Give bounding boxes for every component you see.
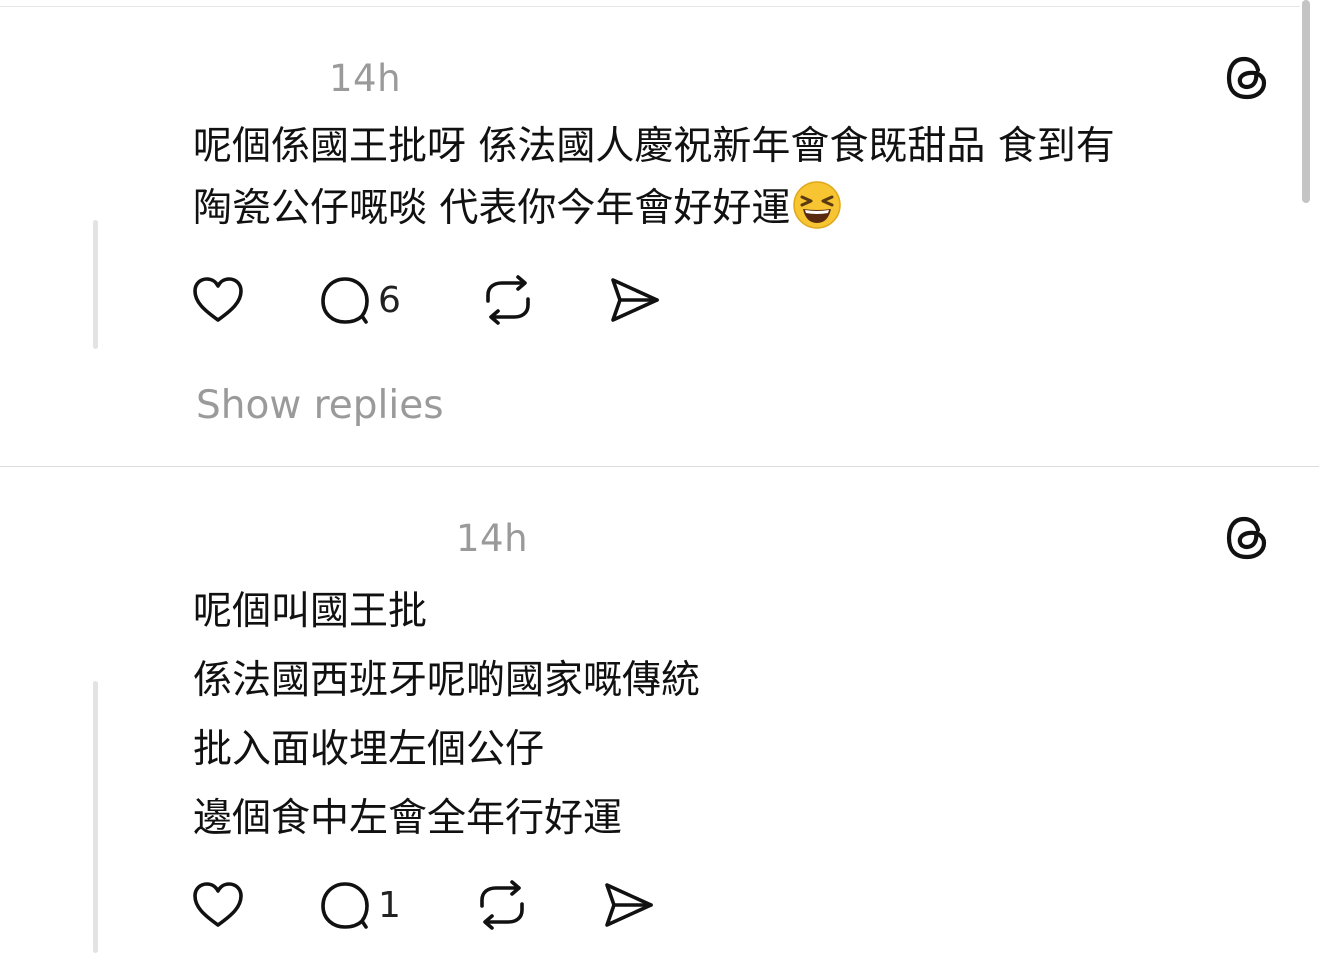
like-button[interactable] (190, 877, 246, 933)
grinning-squinting-face-icon (793, 181, 842, 229)
post-text-line: 呢個係國王批呀 係法國人慶祝新年會食既甜品 食到有 (193, 124, 1115, 169)
post-body: 呢個叫國王批 係法國西班牙呢啲國家嘅傳統 批入面收埋左個公仔 邊個食中左會全年行… (193, 577, 700, 853)
post-text-line: 呢個叫國王批 (193, 589, 428, 634)
threads-logo-icon[interactable] (1223, 513, 1273, 563)
send-icon (605, 883, 653, 927)
share-button[interactable] (600, 877, 656, 933)
threads-reply-list: 14h 呢個係國王批呀 係法國人慶祝新年會食既甜品 食到有 陶瓷公仔嘅啖 代表你… (0, 0, 1319, 971)
reply-post: 14h 呢個叫國王批 係法國西班牙呢啲國家嘅傳統 批入面收埋左個公仔 邊個食中左… (0, 467, 1300, 971)
send-icon (611, 278, 659, 322)
repost-icon (486, 275, 530, 325)
heart-icon (193, 277, 243, 322)
reply-count: 1 (378, 884, 401, 926)
show-replies-link[interactable]: Show replies (196, 383, 444, 428)
heart-icon (193, 882, 243, 927)
reply-post: 14h 呢個係國王批呀 係法國人慶祝新年會食既甜品 食到有 陶瓷公仔嘅啖 代表你… (0, 0, 1300, 466)
reply-button[interactable]: 6 (318, 272, 401, 328)
post-timestamp: 14h (456, 517, 529, 560)
post-text-line: 邊個食中左會全年行好運 (193, 796, 623, 841)
thread-connector-line (93, 681, 98, 953)
repost-icon (480, 880, 524, 930)
post-text-line-with-emoji: 陶瓷公仔嘅啖 代表你今年會好好運 (193, 178, 1263, 240)
scrollbar[interactable] (1302, 0, 1310, 203)
post-body: 呢個係國王批呀 係法國人慶祝新年會食既甜品 食到有 陶瓷公仔嘅啖 代表你今年會好… (193, 116, 1263, 240)
threads-logo-icon[interactable] (1223, 53, 1273, 103)
repost-button[interactable] (474, 877, 530, 933)
repost-button[interactable] (480, 272, 536, 328)
post-text-line: 批入面收埋左個公仔 (193, 727, 545, 772)
share-button[interactable] (606, 272, 662, 328)
reply-count: 6 (378, 279, 401, 321)
like-button[interactable] (190, 272, 246, 328)
thread-connector-line (93, 220, 98, 349)
reply-button[interactable]: 1 (318, 877, 401, 933)
post-timestamp: 14h (329, 57, 402, 100)
comment-icon (321, 277, 369, 324)
comment-icon (321, 882, 369, 929)
post-text-line: 陶瓷公仔嘅啖 代表你今年會好好運 (193, 186, 791, 231)
post-text-line: 係法國西班牙呢啲國家嘅傳統 (193, 658, 701, 703)
